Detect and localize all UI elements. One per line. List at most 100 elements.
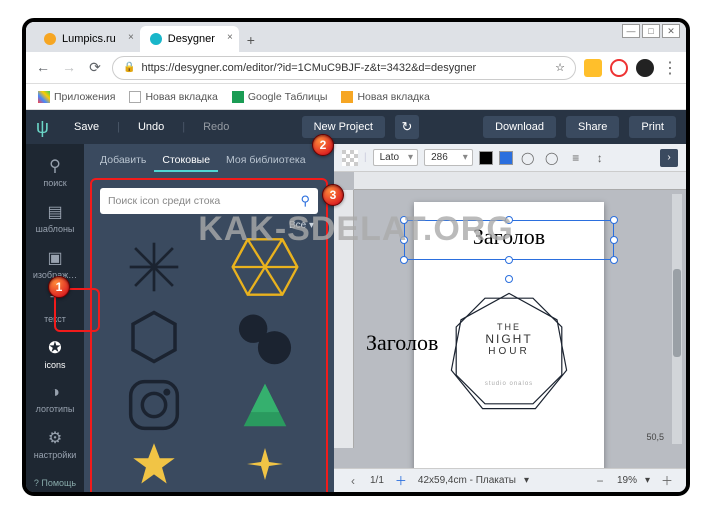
add-page-button[interactable]: ＋ bbox=[392, 472, 410, 490]
extension-icon[interactable] bbox=[584, 59, 602, 77]
print-button[interactable]: Print bbox=[629, 116, 676, 138]
doc-size: 42x59,4cm - Плакаты bbox=[418, 475, 516, 486]
close-window-button[interactable]: ✕ bbox=[662, 24, 680, 38]
star-icon[interactable] bbox=[102, 441, 205, 487]
new-tab-button[interactable]: + bbox=[239, 28, 263, 52]
logos-icon: ◑ bbox=[50, 384, 60, 402]
canvas-area: | Lato 286 ◯ ◯ ≡ ↕ › bbox=[334, 144, 686, 492]
star-icon[interactable]: ☆ bbox=[555, 61, 565, 74]
search-icon[interactable]: ⚲ bbox=[300, 193, 310, 209]
status-bar: ‹ 1/1 ＋ 42x59,4cm - Плакаты ▾ − 19% ▾ ＋ bbox=[334, 468, 686, 492]
ruler-vertical bbox=[334, 190, 354, 448]
profile-avatar[interactable] bbox=[636, 59, 654, 77]
minimize-button[interactable]: — bbox=[622, 24, 640, 38]
ruler-horizontal bbox=[354, 172, 686, 190]
icons-grid bbox=[100, 235, 318, 489]
new-project-button[interactable]: New Project bbox=[302, 116, 385, 138]
favicon-dot bbox=[44, 33, 56, 45]
window-buttons: — □ ✕ bbox=[622, 24, 680, 38]
close-tab-icon[interactable]: × bbox=[128, 32, 134, 43]
hex-outline-icon[interactable] bbox=[102, 305, 205, 369]
zoom-out-button[interactable]: − bbox=[591, 472, 609, 490]
tool-options-bar: | Lato 286 ◯ ◯ ≡ ↕ › bbox=[334, 144, 686, 172]
filter-dropdown[interactable]: Все ▾ bbox=[100, 214, 318, 235]
images-icon: ▣ bbox=[47, 248, 62, 268]
forward-button[interactable]: → bbox=[60, 59, 78, 77]
stock-search-input[interactable]: Поиск icon среди стока ⚲ bbox=[100, 188, 318, 214]
spacing-icon[interactable]: ↕ bbox=[591, 149, 609, 167]
blob-icon[interactable] bbox=[213, 305, 316, 369]
back-button[interactable]: ← bbox=[34, 59, 52, 77]
opera-icon[interactable] bbox=[610, 59, 628, 77]
tab-lumpics[interactable]: Lumpics.ru × bbox=[34, 26, 140, 52]
sidebar-item-settings[interactable]: ⚙настройки bbox=[26, 424, 84, 464]
close-tab-icon[interactable]: × bbox=[227, 32, 233, 43]
address-bar: ← → ⟳ 🔒 https://desygner.com/editor/?id=… bbox=[26, 52, 686, 84]
font-select[interactable]: Lato bbox=[373, 149, 418, 166]
snowflake-icon[interactable] bbox=[102, 237, 205, 297]
collapse-panel-button[interactable]: › bbox=[660, 149, 678, 167]
omnibox[interactable]: 🔒 https://desygner.com/editor/?id=1CMuC9… bbox=[112, 56, 576, 80]
ruler-readout: 50,5 bbox=[646, 432, 664, 442]
lock-icon: 🔒 bbox=[123, 62, 135, 73]
desygner-app: ψ Save | Undo | Redo New Project ↻ Downl… bbox=[26, 110, 686, 492]
apps-button[interactable]: Приложения bbox=[38, 91, 115, 103]
url-text: https://desygner.com/editor/?id=1CMuC9BJ… bbox=[141, 62, 476, 74]
align-icon[interactable]: ≡ bbox=[567, 149, 585, 167]
help-link[interactable]: ? Помощь bbox=[34, 470, 76, 496]
text-color-swatch[interactable] bbox=[479, 151, 493, 165]
tab-label: Lumpics.ru bbox=[62, 33, 116, 45]
chevron-down-icon[interactable]: ▾ bbox=[645, 475, 650, 486]
vertical-scrollbar[interactable] bbox=[672, 194, 682, 444]
prev-page-button[interactable]: ‹ bbox=[344, 472, 362, 490]
bookmarks-bar: Приложения Новая вкладка Google Таблицы … bbox=[26, 84, 686, 110]
kebab-menu-icon[interactable]: ⋮ bbox=[662, 58, 678, 78]
poster-text: THE NIGHT HOUR studio onalos bbox=[414, 322, 604, 387]
tabstrip: Lumpics.ru × Desygner × + — □ ✕ bbox=[26, 22, 686, 52]
page-indicator: 1/1 bbox=[370, 475, 384, 486]
reload-button[interactable]: ⟳ bbox=[86, 59, 104, 77]
page[interactable]: Заголов Заголов THE NIGHT HOUR studio on… bbox=[414, 202, 604, 468]
share-button[interactable]: Share bbox=[566, 116, 619, 138]
bookmark-gsheets[interactable]: Google Таблицы bbox=[232, 91, 328, 103]
maximize-button[interactable]: □ bbox=[642, 24, 660, 38]
size-select[interactable]: 286 bbox=[424, 149, 473, 166]
panel-tab-mylib[interactable]: Моя библиотека bbox=[218, 150, 314, 172]
bookmark-newtab2[interactable]: Новая вкладка bbox=[341, 91, 429, 103]
tree-icon[interactable] bbox=[213, 377, 316, 433]
panel-tab-stock[interactable]: Стоковые bbox=[154, 150, 218, 172]
circle-icon[interactable]: ◯ bbox=[543, 149, 561, 167]
download-button[interactable]: Download bbox=[483, 116, 556, 138]
panel-tab-add[interactable]: Добавить bbox=[92, 150, 154, 172]
callout-1: 1 bbox=[48, 276, 70, 298]
redo-button[interactable]: Redo bbox=[195, 117, 237, 137]
app-topbar: ψ Save | Undo | Redo New Project ↻ Downl… bbox=[26, 110, 686, 144]
history-button[interactable]: ↻ bbox=[395, 115, 419, 139]
sparkle-icon[interactable] bbox=[213, 441, 316, 487]
sidebar-item-logos[interactable]: ◑логотипы bbox=[26, 380, 84, 418]
canvas[interactable]: Заголов Заголов THE NIGHT HOUR studio on… bbox=[334, 172, 686, 468]
save-button[interactable]: Save bbox=[66, 117, 107, 137]
panel-body: Поиск icon среди стока ⚲ Все ▾ bbox=[90, 178, 328, 496]
sidebar-item-templates[interactable]: ▤шаблоны bbox=[26, 198, 84, 238]
desygner-logo[interactable]: ψ bbox=[36, 117, 56, 137]
left-sidebar: ⚲поиск ▤шаблоны ▣изображ… Tтекст ✪icons … bbox=[26, 144, 84, 492]
sidebar-item-search[interactable]: ⚲поиск bbox=[26, 152, 84, 192]
geometric-icon[interactable] bbox=[213, 237, 316, 297]
zoom-value: 19% bbox=[617, 475, 637, 486]
star-circle-icon: ✪ bbox=[48, 338, 61, 358]
chevron-down-icon[interactable]: ▾ bbox=[524, 475, 529, 486]
title-text-1[interactable]: Заголов bbox=[414, 224, 604, 250]
zoom-in-button[interactable]: ＋ bbox=[658, 472, 676, 490]
circle-icon[interactable]: ◯ bbox=[519, 149, 537, 167]
instagram-outline-icon[interactable] bbox=[102, 377, 205, 433]
templates-icon: ▤ bbox=[47, 202, 62, 222]
tab-desygner[interactable]: Desygner × bbox=[140, 26, 239, 52]
panel-tabs: Добавить Стоковые Моя библиотека bbox=[84, 144, 334, 172]
undo-button[interactable]: Undo bbox=[130, 117, 172, 137]
rotate-handle[interactable] bbox=[505, 275, 513, 283]
sidebar-item-icons[interactable]: ✪icons bbox=[26, 334, 84, 374]
accent-color-swatch[interactable] bbox=[499, 151, 513, 165]
checkerboard-icon[interactable] bbox=[342, 150, 358, 166]
bookmark-newtab[interactable]: Новая вкладка bbox=[129, 91, 217, 103]
